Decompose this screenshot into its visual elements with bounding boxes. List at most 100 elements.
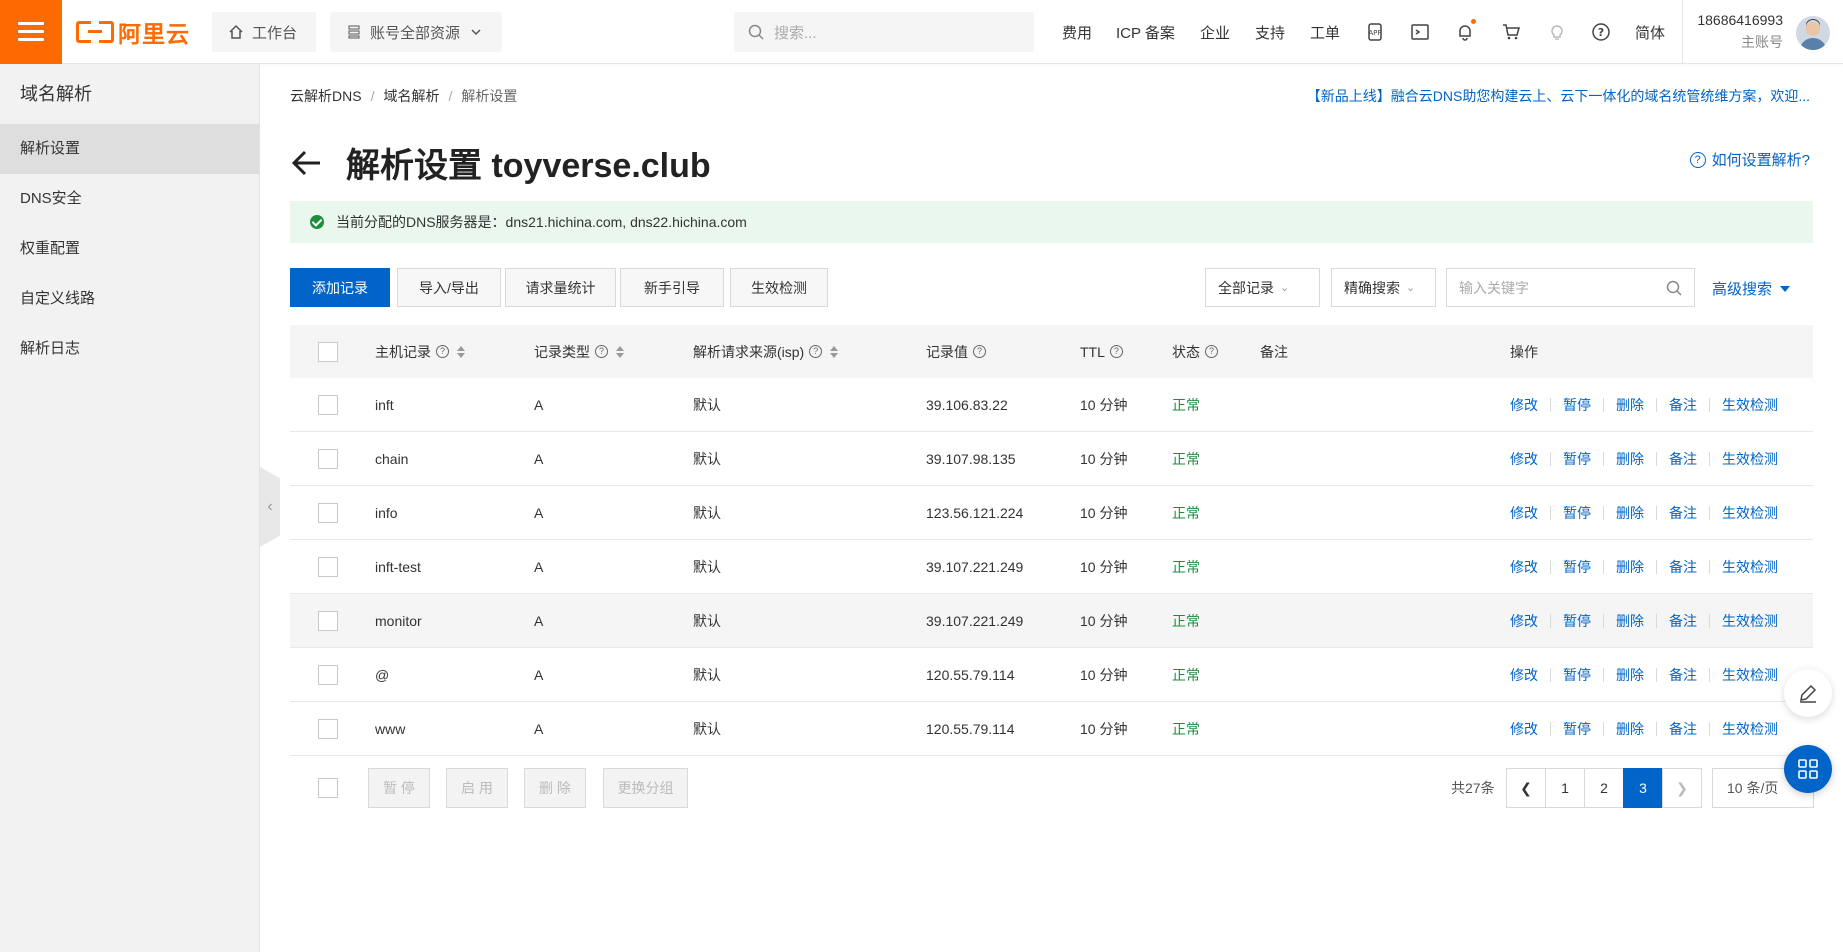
terminal-icon[interactable]	[1407, 19, 1433, 45]
action-delete-link[interactable]: 删除	[1616, 719, 1644, 739]
account-menu[interactable]: 18686416993 主账号	[1697, 12, 1783, 52]
question-icon[interactable]: ?	[973, 345, 986, 358]
action-edit-link[interactable]: 修改	[1510, 611, 1538, 631]
sort-icon[interactable]	[616, 345, 624, 358]
bulk-pause-button[interactable]: 暂 停	[368, 768, 430, 808]
action-edit-link[interactable]: 修改	[1510, 449, 1538, 469]
question-icon[interactable]: ?	[595, 345, 608, 358]
check-button[interactable]: 生效检测	[730, 268, 828, 307]
quick-menu-button[interactable]	[1784, 745, 1832, 793]
sidebar-item-dns-security[interactable]: DNS安全	[0, 174, 259, 224]
action-note-link[interactable]: 备注	[1669, 665, 1697, 685]
avatar[interactable]	[1796, 16, 1830, 50]
action-pause-link[interactable]: 暂停	[1563, 719, 1591, 739]
breadcrumb-item[interactable]: 云解析DNS	[290, 88, 362, 104]
aliyun-logo[interactable]: 阿里云	[76, 17, 190, 47]
col-type[interactable]: 记录类型?	[534, 325, 624, 378]
row-checkbox[interactable]	[318, 394, 338, 415]
action-note-link[interactable]: 备注	[1669, 449, 1697, 469]
action-edit-link[interactable]: 修改	[1510, 503, 1538, 523]
action-delete-link[interactable]: 删除	[1616, 449, 1644, 469]
action-note-link[interactable]: 备注	[1669, 503, 1697, 523]
sidebar-item-weight[interactable]: 权重配置	[0, 224, 259, 274]
sidebar-item-log[interactable]: 解析日志	[0, 324, 259, 374]
help-icon[interactable]: ?	[1588, 19, 1614, 45]
cart-icon[interactable]	[1498, 19, 1524, 45]
action-check-link[interactable]: 生效检测	[1722, 449, 1778, 469]
action-check-link[interactable]: 生效检测	[1722, 611, 1778, 631]
select-all-checkbox[interactable]	[318, 341, 338, 362]
action-pause-link[interactable]: 暂停	[1563, 611, 1591, 631]
page-button[interactable]: 1	[1545, 768, 1585, 808]
resource-scope-select[interactable]: 账号全部资源	[330, 12, 502, 52]
action-check-link[interactable]: 生效检测	[1722, 503, 1778, 523]
row-checkbox[interactable]	[318, 448, 338, 469]
action-check-link[interactable]: 生效检测	[1722, 719, 1778, 739]
search-mode-select[interactable]: 精确搜索 ⌄	[1331, 268, 1436, 307]
action-note-link[interactable]: 备注	[1669, 557, 1697, 577]
row-checkbox[interactable]	[318, 556, 338, 577]
nav-link-billing[interactable]: 费用	[1062, 22, 1092, 43]
action-check-link[interactable]: 生效检测	[1722, 395, 1778, 415]
bulk-change-group-button[interactable]: 更换分组	[603, 768, 688, 808]
row-checkbox[interactable]	[318, 664, 338, 685]
action-edit-link[interactable]: 修改	[1510, 395, 1538, 415]
promo-banner-link[interactable]: 【新品上线】融合云DNS助您构建云上、云下一体化的域名统管统维方案，欢迎...	[1307, 86, 1810, 106]
action-note-link[interactable]: 备注	[1669, 719, 1697, 739]
page-button-current[interactable]: 3	[1623, 768, 1663, 808]
sort-icon[interactable]	[830, 345, 839, 358]
import-export-button[interactable]: 导入/导出	[397, 268, 501, 307]
action-note-link[interactable]: 备注	[1669, 395, 1697, 415]
sidebar-item-dns-settings[interactable]: 解析设置	[0, 124, 259, 174]
footer-select-all-checkbox[interactable]	[318, 778, 338, 798]
action-delete-link[interactable]: 删除	[1616, 611, 1644, 631]
nav-link-icp[interactable]: ICP 备案	[1116, 22, 1175, 43]
question-icon[interactable]: ?	[436, 345, 449, 358]
search-icon[interactable]	[1666, 280, 1682, 296]
back-arrow-icon[interactable]	[290, 146, 324, 180]
action-edit-link[interactable]: 修改	[1510, 557, 1538, 577]
action-note-link[interactable]: 备注	[1669, 611, 1697, 631]
add-record-button[interactable]: 添加记录	[290, 268, 390, 307]
request-stats-button[interactable]: 请求量统计	[505, 268, 616, 307]
question-icon[interactable]: ?	[809, 345, 823, 358]
keyword-input[interactable]: 输入关键字	[1446, 268, 1695, 307]
action-delete-link[interactable]: 删除	[1616, 665, 1644, 685]
how-to-setup-link[interactable]: ? 如何设置解析?	[1689, 149, 1810, 170]
lightbulb-icon[interactable]	[1544, 19, 1570, 45]
action-check-link[interactable]: 生效检测	[1722, 665, 1778, 685]
action-delete-link[interactable]: 删除	[1616, 503, 1644, 523]
question-icon[interactable]: ?	[1205, 345, 1218, 358]
action-pause-link[interactable]: 暂停	[1563, 665, 1591, 685]
row-checkbox[interactable]	[318, 610, 338, 631]
bulk-enable-button[interactable]: 启 用	[446, 768, 508, 808]
action-pause-link[interactable]: 暂停	[1563, 503, 1591, 523]
row-checkbox[interactable]	[318, 502, 338, 523]
app-icon[interactable]: APP	[1362, 19, 1388, 45]
action-edit-link[interactable]: 修改	[1510, 719, 1538, 739]
sidebar-item-custom-line[interactable]: 自定义线路	[0, 274, 259, 324]
question-icon[interactable]: ?	[1109, 345, 1123, 358]
language-switch[interactable]: 简体	[1635, 22, 1665, 43]
guide-button[interactable]: 新手引导	[620, 268, 724, 307]
col-isp[interactable]: 解析请求来源(isp)?	[693, 325, 839, 378]
next-page-button[interactable]: ❯	[1662, 768, 1702, 808]
workbench-button[interactable]: 工作台	[212, 12, 316, 52]
nav-link-support[interactable]: 支持	[1255, 22, 1285, 43]
action-pause-link[interactable]: 暂停	[1563, 449, 1591, 469]
bulk-delete-button[interactable]: 删 除	[524, 768, 586, 808]
nav-link-ticket[interactable]: 工单	[1310, 22, 1340, 43]
col-host[interactable]: 主机记录?	[375, 325, 465, 378]
menu-button[interactable]	[0, 0, 62, 64]
action-edit-link[interactable]: 修改	[1510, 665, 1538, 685]
global-search-input[interactable]: 搜索...	[734, 12, 1034, 52]
action-delete-link[interactable]: 删除	[1616, 395, 1644, 415]
page-button[interactable]: 2	[1584, 768, 1624, 808]
advanced-search-toggle[interactable]: 高级搜索	[1712, 278, 1791, 299]
prev-page-button[interactable]: ❮	[1506, 768, 1546, 808]
nav-link-enterprise[interactable]: 企业	[1200, 22, 1230, 43]
sort-icon[interactable]	[457, 345, 465, 358]
row-checkbox[interactable]	[318, 718, 338, 739]
action-pause-link[interactable]: 暂停	[1563, 395, 1591, 415]
sidebar-collapse-handle[interactable]: ‹	[260, 467, 280, 547]
